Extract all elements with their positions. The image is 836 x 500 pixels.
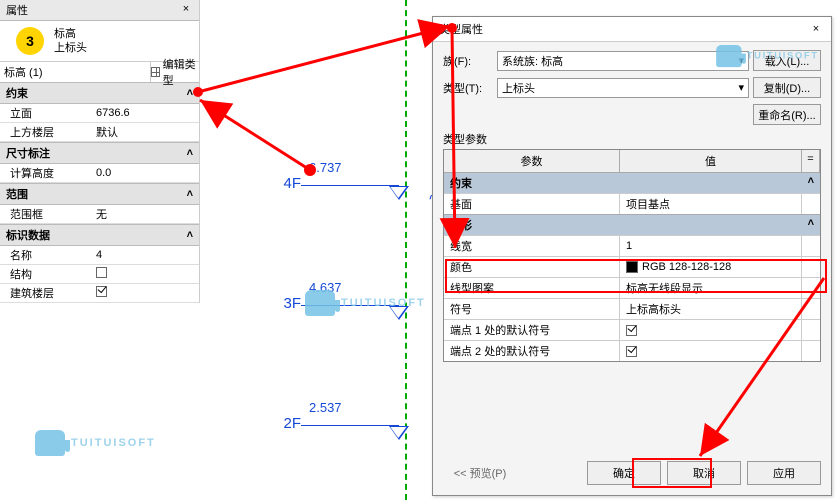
rename-row: 重命名(R)... — [443, 104, 821, 125]
close-icon[interactable]: × — [807, 23, 825, 35]
row-bldg[interactable]: 建筑楼层 — [0, 284, 199, 303]
chevron-icon: ˄ — [808, 175, 814, 191]
level-elev: 6.737 — [265, 160, 415, 175]
level-name: 3F — [265, 295, 301, 312]
row-name[interactable]: 名称4 — [0, 246, 199, 265]
grid-icon — [151, 67, 160, 77]
cat-constraint[interactable]: 约束˄ — [444, 172, 820, 193]
checkbox-icon[interactable] — [626, 325, 637, 336]
chevron-icon: ˄ — [187, 147, 193, 159]
apply-button[interactable]: 应用 — [747, 461, 821, 485]
type-selector[interactable] — [0, 62, 150, 82]
dialog-footer: << 预览(P) 确定 取消 应用 — [433, 461, 831, 485]
row-color[interactable]: 颜色RGB 128-128-128 — [444, 256, 820, 277]
color-swatch-icon — [626, 261, 638, 273]
step-badge-3: 3 — [16, 27, 44, 55]
hdr-param: 参数 — [444, 150, 620, 172]
type-row: 类型(T): 上标头▾ 复制(D)... — [443, 77, 821, 98]
hdr-eq: = — [802, 150, 820, 172]
preview-button[interactable]: << 预览(P) — [443, 461, 517, 485]
cat-graphic[interactable]: 图形˄ — [444, 214, 820, 235]
param-table-header: 参数 值 = — [444, 150, 820, 172]
edit-type-button[interactable]: 编辑类型 — [150, 62, 199, 82]
section-dim[interactable]: 尺寸标注˄ — [0, 142, 199, 164]
row-struct[interactable]: 结构 — [0, 265, 199, 284]
row-symbol[interactable]: 符号上标高标头 — [444, 298, 820, 319]
watermark: TUITUISOFT — [716, 45, 819, 67]
row-upper[interactable]: 上方楼层默认 — [0, 123, 199, 142]
elephant-icon — [716, 45, 742, 67]
properties-panel: 属性 × 3 标高 上标头 编辑类型 约束˄ 立面6736.6 上方楼层默认 尺… — [0, 0, 200, 303]
properties-head[interactable]: 3 标高 上标头 — [0, 21, 199, 61]
row-scope[interactable]: 范围框无 — [0, 205, 199, 224]
edit-type-label: 编辑类型 — [163, 56, 199, 88]
row-end1[interactable]: 端点 1 处的默认符号 — [444, 319, 820, 340]
checkbox-icon[interactable] — [96, 267, 107, 278]
level-head-icon — [301, 185, 399, 186]
section-scope[interactable]: 范围˄ — [0, 183, 199, 205]
level-head-icon — [301, 425, 399, 426]
level-name: 2F — [265, 415, 301, 432]
watermark: TUITUISOFT — [305, 290, 426, 316]
level-name: 4F — [265, 175, 301, 192]
row-pattern[interactable]: 线型图案标高无线段显示 — [444, 277, 820, 298]
param-table: 参数 值 = 约束˄ 基面项目基点 图形˄ 线宽1 颜色RGB 128-128-… — [443, 149, 821, 362]
properties-head-text: 标高 上标头 — [54, 27, 87, 55]
type-label: 类型(T): — [443, 80, 493, 96]
elephant-icon — [35, 430, 65, 456]
level-2f[interactable]: 2.537 2F — [265, 400, 415, 432]
dialog-title: 类型属性 — [439, 21, 483, 37]
level-4f[interactable]: 6.737 4F — [265, 160, 415, 192]
row-calc[interactable]: 计算高度0.0 — [0, 164, 199, 183]
cancel-button[interactable]: 取消 — [667, 461, 741, 485]
family-label: 族(F): — [443, 53, 493, 69]
dialog-title-bar[interactable]: 类型属性 × — [433, 17, 831, 42]
chevron-down-icon: ▾ — [738, 81, 744, 94]
duplicate-button[interactable]: 复制(D)... — [753, 77, 821, 98]
checkbox-icon[interactable] — [626, 346, 637, 357]
checkbox-icon[interactable] — [96, 286, 107, 297]
rename-button[interactable]: 重命名(R)... — [753, 104, 821, 125]
chevron-icon: ˄ — [187, 188, 193, 200]
row-end2[interactable]: 端点 2 处的默认符号 — [444, 340, 820, 361]
head-line2: 上标头 — [54, 41, 87, 55]
level-elev: 2.537 — [265, 400, 415, 415]
row-elevation[interactable]: 立面6736.6 — [0, 104, 199, 123]
type-properties-dialog: 类型属性 × TUITUISOFT 族(F): 系统族: 标高▾ 载入(L)..… — [432, 16, 832, 496]
chevron-icon: ˄ — [187, 87, 193, 99]
close-icon[interactable]: × — [179, 3, 193, 17]
section-id[interactable]: 标识数据˄ — [0, 224, 199, 246]
family-select[interactable]: 系统族: 标高▾ — [497, 51, 749, 71]
type-select[interactable]: 上标头▾ — [497, 78, 749, 98]
hdr-val: 值 — [620, 150, 802, 172]
properties-title: 属性 — [6, 2, 28, 18]
row-base[interactable]: 基面项目基点 — [444, 193, 820, 214]
ok-button[interactable]: 确定 — [587, 461, 661, 485]
elephant-icon — [305, 290, 335, 316]
watermark: TUITUISOFT — [35, 430, 156, 456]
properties-title-bar: 属性 × — [0, 0, 199, 21]
row-lineweight[interactable]: 线宽1 — [444, 235, 820, 256]
type-params-label: 类型参数 — [443, 131, 821, 147]
chevron-icon: ˄ — [808, 217, 814, 233]
head-line1: 标高 — [54, 27, 87, 41]
chevron-icon: ˄ — [187, 229, 193, 241]
